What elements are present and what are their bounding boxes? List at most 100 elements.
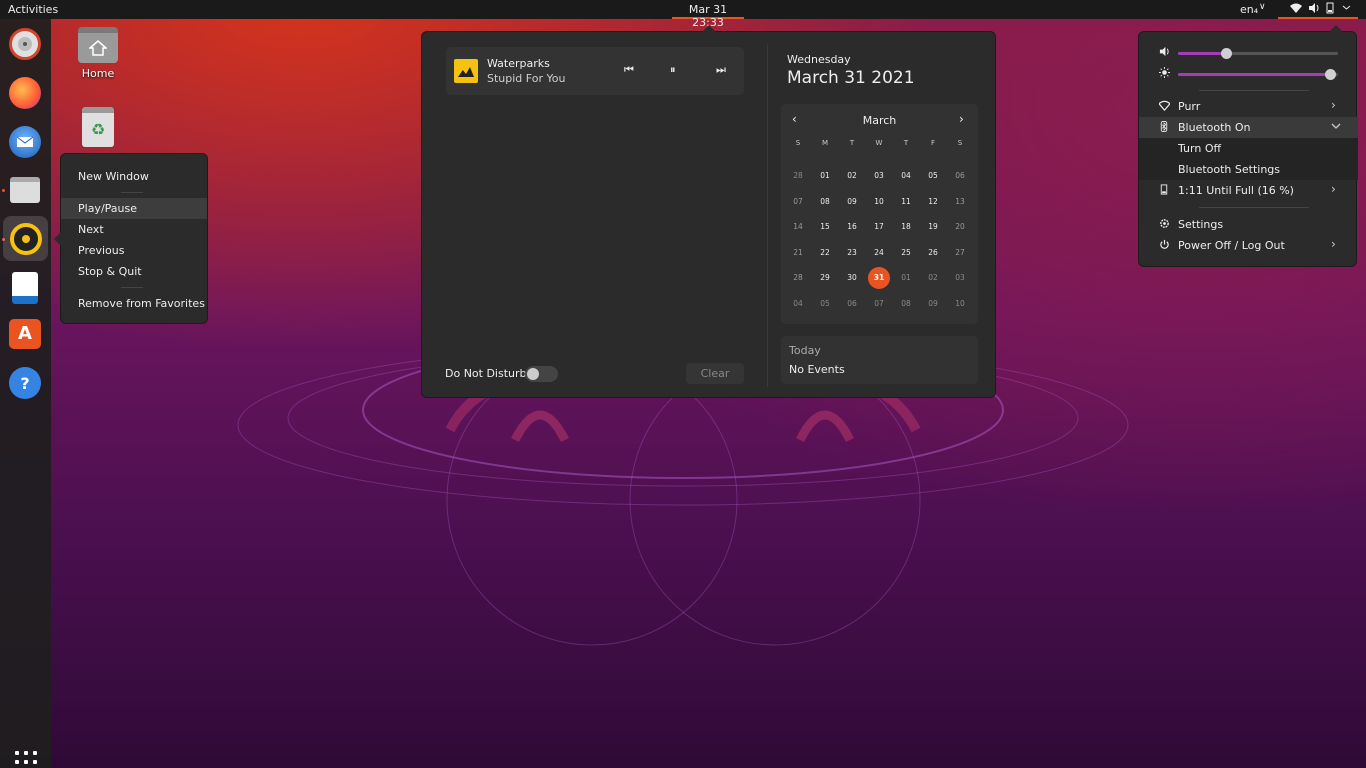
full-date-label[interactable]: March 31 2021 <box>787 68 915 88</box>
menu-item-previous[interactable]: Previous <box>61 240 207 261</box>
input-source-indicator[interactable]: en₄ <box>1240 3 1258 16</box>
calendar-day[interactable]: 02 <box>841 165 863 187</box>
desktop-icon-trash[interactable]: ♻ <box>63 107 133 147</box>
dock-item-firefox[interactable] <box>6 74 44 112</box>
calendar-day[interactable]: 04 <box>787 293 809 315</box>
day-of-week-label: W <box>875 139 883 147</box>
calendar-day[interactable]: 14 <box>787 216 809 238</box>
do-not-disturb-label: Do Not Disturb <box>445 367 527 380</box>
pause-icon[interactable]: ⏸ <box>670 63 676 77</box>
next-month-button[interactable]: › <box>959 112 964 126</box>
calendar-day[interactable]: 28 <box>787 165 809 187</box>
previous-track-icon[interactable]: ⏮ <box>624 63 634 77</box>
bluetooth-label: Bluetooth On <box>1178 121 1251 134</box>
calendar-day[interactable]: 30 <box>841 267 863 289</box>
wifi-menu-item[interactable]: Purr › <box>1139 96 1358 117</box>
do-not-disturb-toggle[interactable] <box>525 366 558 382</box>
calendar-day[interactable]: 11 <box>895 191 917 213</box>
dock-item-disks[interactable] <box>6 25 44 63</box>
events-section[interactable]: Today No Events <box>781 336 978 384</box>
calendar-grid: ‹ March › S M T W T F S 28 01 02 03 04 05 06 07 08 09 10 1… <box>781 104 978 324</box>
brightness-slider-fill <box>1178 73 1330 76</box>
calendar-day[interactable]: 19 <box>922 216 944 238</box>
dock-item-files[interactable] <box>6 171 44 209</box>
calendar-day[interactable]: 25 <box>895 242 917 264</box>
calendar-day[interactable]: 22 <box>814 242 836 264</box>
menu-item-stop-quit[interactable]: Stop & Quit <box>61 261 207 282</box>
date-menu-popover: Waterparks Stupid For You ⏮ ⏸ ⏭ Do Not D… <box>421 25 996 398</box>
calendar-day[interactable]: 17 <box>868 216 890 238</box>
calendar-day[interactable]: 01 <box>814 165 836 187</box>
calendar-day[interactable]: 10 <box>868 191 890 213</box>
calendar-day[interactable]: 05 <box>814 293 836 315</box>
menu-item-play-pause[interactable]: Play/Pause <box>61 198 207 219</box>
dock-item-writer[interactable] <box>6 269 44 307</box>
volume-slider[interactable] <box>1178 48 1338 59</box>
calendar-day[interactable]: 03 <box>949 267 971 289</box>
calendar-day[interactable]: 28 <box>787 267 809 289</box>
bluetooth-turn-off-item[interactable]: Turn Off <box>1139 138 1358 159</box>
calendar-day[interactable]: 24 <box>868 242 890 264</box>
system-status-button[interactable] <box>1278 0 1358 19</box>
calendar-day[interactable]: 12 <box>922 191 944 213</box>
calendar-day[interactable]: 21 <box>787 242 809 264</box>
menu-item-remove-favorites[interactable]: Remove from Favorites <box>61 293 207 314</box>
calendar-day[interactable]: 02 <box>922 267 944 289</box>
volume-icon <box>1159 46 1170 60</box>
calendar-day[interactable]: 05 <box>922 165 944 187</box>
dock-item-software[interactable]: A <box>6 315 44 353</box>
calendar-day[interactable]: 31 <box>868 267 890 290</box>
calendar-day[interactable]: 06 <box>949 165 971 187</box>
calendar-day[interactable]: 08 <box>814 191 836 213</box>
calendar-day[interactable]: 20 <box>949 216 971 238</box>
power-menu-item[interactable]: Power Off / Log Out › <box>1139 235 1358 256</box>
dock-item-thunderbird[interactable] <box>6 123 44 161</box>
next-track-icon[interactable]: ⏭ <box>716 63 726 77</box>
dock: A ? <box>0 19 51 768</box>
volume-slider-fill <box>1178 52 1226 55</box>
calendar-day[interactable]: 04 <box>895 165 917 187</box>
calendar-day[interactable]: 09 <box>922 293 944 315</box>
chevron-right-icon: › <box>1331 237 1336 251</box>
brightness-slider[interactable] <box>1178 69 1338 80</box>
calendar-day[interactable]: 09 <box>841 191 863 213</box>
day-of-week-label: T <box>849 139 855 147</box>
activities-button[interactable]: Activities <box>8 3 58 16</box>
bluetooth-settings-item[interactable]: Bluetooth Settings <box>1139 159 1358 180</box>
calendar-day[interactable]: 15 <box>814 216 836 238</box>
menu-item-next[interactable]: Next <box>61 219 207 240</box>
calendar-day[interactable]: 18 <box>895 216 917 238</box>
calendar-day[interactable]: 01 <box>895 267 917 289</box>
app-store-icon: A <box>9 319 41 349</box>
calendar-day[interactable]: 29 <box>814 267 836 289</box>
bluetooth-menu-item[interactable]: Bluetooth On <box>1139 117 1358 138</box>
media-player-card[interactable]: Waterparks Stupid For You ⏮ ⏸ ⏭ <box>446 47 744 95</box>
dock-item-help[interactable]: ? <box>6 364 44 402</box>
calendar-day[interactable]: 27 <box>949 242 971 264</box>
show-applications-icon[interactable] <box>15 751 37 768</box>
calendar-day[interactable]: 07 <box>868 293 890 315</box>
menu-item-new-window[interactable]: New Window <box>61 166 207 187</box>
calendar-day[interactable]: 07 <box>787 191 809 213</box>
calendar-day[interactable]: 10 <box>949 293 971 315</box>
calendar-day[interactable]: 13 <box>949 191 971 213</box>
desktop-icon-home[interactable]: Home <box>63 27 133 80</box>
calendar-day[interactable]: 23 <box>841 242 863 264</box>
battery-icon <box>1159 184 1169 198</box>
calendar-day[interactable]: 16 <box>841 216 863 238</box>
clock-button[interactable]: Mar 31 23:33 <box>672 0 744 29</box>
calendar-day[interactable]: 08 <box>895 293 917 315</box>
menu-separator <box>121 192 143 193</box>
brightness-slider-handle[interactable] <box>1325 69 1336 80</box>
calendar-day[interactable]: 03 <box>868 165 890 187</box>
battery-menu-item[interactable]: 1:11 Until Full (16 %) › <box>1139 180 1358 201</box>
calendar-day[interactable]: 06 <box>841 293 863 315</box>
settings-menu-item[interactable]: Settings <box>1139 214 1358 235</box>
dock-item-rhythmbox[interactable] <box>3 216 48 261</box>
menu-pointer <box>1329 25 1343 32</box>
menu-separator <box>121 287 143 288</box>
volume-slider-handle[interactable] <box>1221 48 1232 59</box>
day-of-week-label: T <box>903 139 909 147</box>
calendar-day[interactable]: 26 <box>922 242 944 264</box>
clear-notifications-button[interactable]: Clear <box>686 363 744 384</box>
